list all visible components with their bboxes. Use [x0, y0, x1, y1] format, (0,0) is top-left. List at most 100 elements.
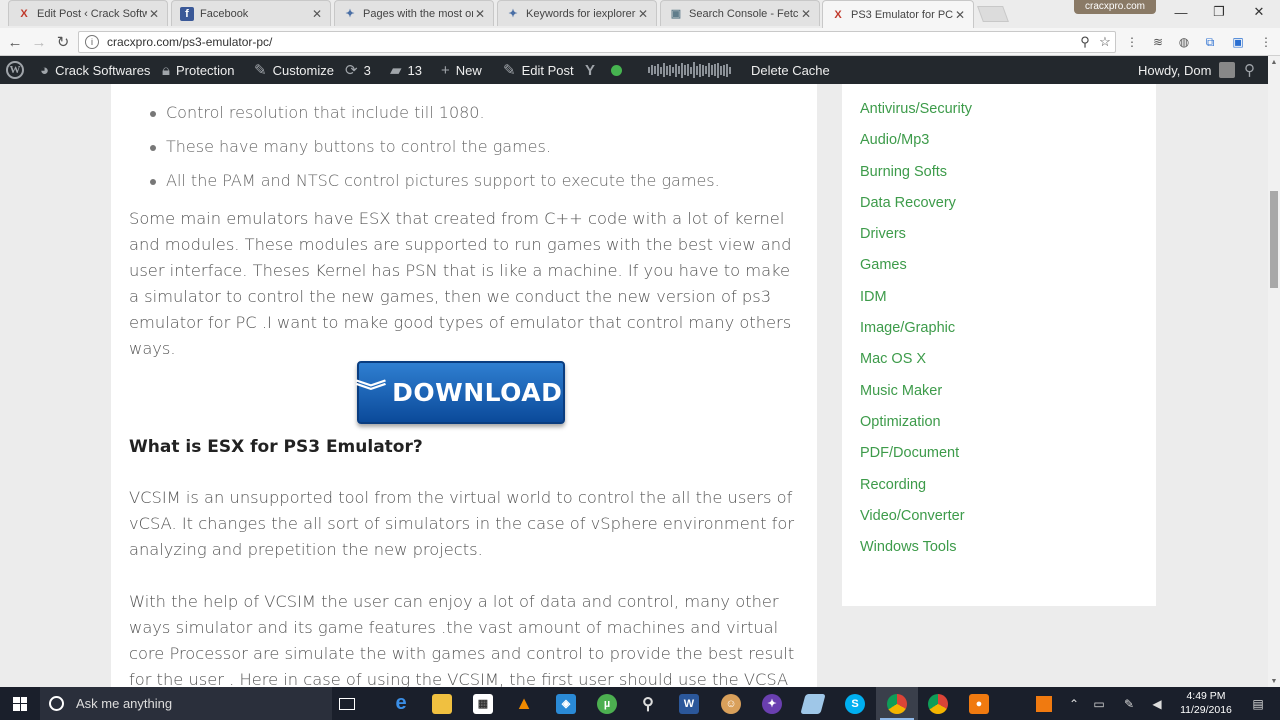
zoom-icon[interactable]: ⚲ [1075, 34, 1095, 50]
category-link[interactable]: Games [860, 250, 972, 281]
close-icon[interactable]: ✕ [310, 7, 324, 21]
scrollbar-thumb[interactable] [1270, 191, 1278, 288]
download-button[interactable]: ︾ DOWNLOAD [355, 361, 565, 424]
start-button[interactable] [0, 687, 40, 720]
tab-keywords[interactable]: ✦ Keywords for iexplorer ✕ [497, 0, 657, 26]
tab-pages[interactable]: ✦ Pages with the most org ✕ [334, 0, 494, 26]
category-link[interactable]: Drivers [860, 219, 972, 250]
list-item: All the PAM and NTSC control pictures su… [129, 164, 720, 198]
category-link[interactable]: Recording [860, 470, 972, 501]
category-link[interactable]: Burning Softs [860, 157, 972, 188]
tab-title: PS3 Emulator for PC Dow [851, 8, 953, 21]
brush-icon: ✎ [254, 62, 267, 79]
scroll-up-icon[interactable]: ▲ [1268, 56, 1280, 68]
admin-site-name[interactable]: ◕ Crack Softwares [40, 56, 150, 84]
address-bar[interactable]: i cracxpro.com/ps3-emulator-pc/ ⚲ ☆ [78, 31, 1116, 53]
category-link[interactable]: PDF/Document [860, 438, 972, 469]
puzzle-icon: ✦ [508, 8, 518, 20]
translate-icon[interactable]: ⧉ [1200, 32, 1220, 52]
cast-icon[interactable]: ▣ [1228, 32, 1248, 52]
reload-icon[interactable]: ↻ [52, 31, 74, 53]
back-arrow-icon[interactable]: ← [4, 31, 26, 53]
cortana-search[interactable]: Ask me anything [40, 687, 332, 720]
tab-search-console[interactable]: ▣ Search Console - Fetch a ✕ [660, 0, 820, 26]
admin-customize[interactable]: ✎ Customize [254, 56, 334, 84]
page-scrollbar[interactable]: ▲ ▼ [1268, 56, 1280, 687]
extension-icon[interactable]: ⋮ [1122, 32, 1142, 52]
word-icon[interactable]: W [668, 687, 710, 720]
chrome-menu-icon[interactable]: ⋮ [1256, 32, 1276, 52]
task-view-icon[interactable] [326, 687, 368, 720]
stardock-icon[interactable]: ✦ [751, 687, 793, 720]
info-icon[interactable]: i [85, 35, 99, 49]
store-icon[interactable]: ▦ [462, 687, 504, 720]
close-icon[interactable]: ✕ [473, 7, 487, 21]
category-link[interactable]: Image/Graphic [860, 313, 972, 344]
admin-search-icon[interactable]: ⚲ [1244, 56, 1255, 84]
layers-icon[interactable]: ≋ [1148, 32, 1168, 52]
admin-account[interactable]: Howdy, Dom [1138, 56, 1236, 84]
category-link[interactable]: Data Recovery [860, 188, 972, 219]
close-icon[interactable]: ✕ [147, 7, 161, 21]
notifications-icon[interactable]: ▤ [1244, 687, 1272, 720]
chevron-down-icon: ︾ [355, 379, 387, 405]
category-link[interactable]: Antivirus/Security [860, 94, 972, 125]
category-link[interactable]: Music Maker [860, 376, 972, 407]
taskbar-clock[interactable]: 4:49 PM 11/29/2016 [1172, 689, 1240, 717]
minimize-icon[interactable]: — [1162, 0, 1200, 24]
chrome-icon[interactable] [876, 687, 918, 720]
category-link[interactable]: Windows Tools [860, 532, 972, 563]
admin-protection[interactable]: 🔒︎ Protection [162, 56, 235, 84]
emoji-app-icon[interactable]: ☺ [710, 687, 752, 720]
chrome-alt-icon[interactable] [917, 687, 959, 720]
admin-delete-cache[interactable]: Delete Cache [751, 56, 830, 84]
tab-facebook[interactable]: f Facebook ✕ [171, 0, 331, 26]
utorrent-icon[interactable]: µ [586, 687, 628, 720]
pen-icon[interactable]: ✎ [1118, 687, 1140, 720]
file-explorer-icon[interactable] [421, 687, 463, 720]
skype-icon[interactable]: S [834, 687, 876, 720]
edge-icon[interactable]: e [380, 687, 422, 720]
tray-app-icon[interactable] [1032, 687, 1056, 720]
window-close-icon[interactable]: ✕ [1240, 0, 1278, 24]
recorder-icon[interactable]: ● [958, 687, 1000, 720]
scroll-down-icon[interactable]: ▼ [1268, 675, 1280, 687]
tablet-app-icon[interactable] [792, 687, 834, 720]
category-link[interactable]: Video/Converter [860, 501, 972, 532]
facebook-icon: f [180, 6, 194, 21]
network-icon[interactable]: ▭ [1088, 687, 1110, 720]
admin-comments[interactable]: ▰ 13 [390, 56, 422, 84]
volume-icon[interactable]: ◀︎ [1146, 687, 1168, 720]
category-link[interactable]: Mac OS X [860, 344, 972, 375]
magnifier-icon[interactable]: ⚲ [627, 687, 669, 720]
bookmark-star-icon[interactable]: ☆ [1095, 34, 1115, 50]
category-link[interactable]: IDM [860, 282, 972, 313]
tab-edit-post[interactable]: X Edit Post ‹ Crack Software ✕ [8, 0, 168, 26]
close-icon[interactable]: ✕ [953, 8, 967, 22]
site-name-label: Crack Softwares [55, 62, 151, 78]
globe-icon[interactable]: ◍ [1174, 32, 1194, 52]
sidebar-categories: Antivirus/Security Audio/Mp3 Burning Softs… [842, 84, 1156, 606]
new-tab-button[interactable] [977, 6, 1009, 22]
tab-title: Keywords for iexplorer [526, 7, 636, 20]
yoast-icon[interactable]: Y [585, 56, 601, 84]
category-link[interactable]: Optimization [860, 407, 972, 438]
restore-icon[interactable]: ❐ [1200, 0, 1238, 24]
close-icon[interactable]: ✕ [799, 7, 813, 21]
shield-icon[interactable]: ◈ [545, 687, 587, 720]
wordpress-logo-icon[interactable]: W [6, 56, 24, 84]
seo-status-dot-icon[interactable] [611, 56, 622, 84]
admin-edit-post[interactable]: ✎ Edit Post [503, 56, 574, 84]
edit-post-label: Edit Post [521, 62, 574, 78]
x-favicon-icon: X [834, 8, 842, 21]
stats-sparkline-icon[interactable] [648, 56, 731, 84]
close-icon[interactable]: ✕ [636, 7, 650, 21]
admin-updates[interactable]: ⟳ 3 [345, 56, 371, 84]
show-hidden-icons[interactable]: ⌃ [1064, 687, 1084, 720]
forward-arrow-icon[interactable]: → [28, 31, 50, 53]
tab-ps3-emulator[interactable]: X PS3 Emulator for PC Dow ✕ [822, 0, 974, 28]
vlc-icon[interactable]: ▲ [503, 687, 545, 720]
download-label: DOWNLOAD [392, 378, 563, 407]
category-link[interactable]: Audio/Mp3 [860, 125, 972, 156]
admin-new[interactable]: + New [441, 56, 482, 84]
